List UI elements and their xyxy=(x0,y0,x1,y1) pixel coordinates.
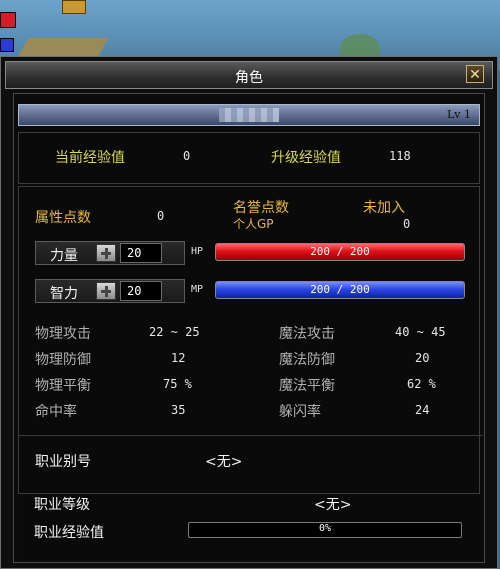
upgrade-exp-value: 118 xyxy=(389,149,411,163)
dodge-rate-label: 躲闪率 xyxy=(279,404,321,420)
personal-gp-value: 0 xyxy=(403,217,411,231)
phys-attack-label: 物理攻击 xyxy=(35,326,91,342)
job-panel: 职业等级 <无> 职业经验值 0% xyxy=(18,496,480,560)
divider xyxy=(19,435,483,436)
character-window: 角色 ✕ Lv 1 当前经验值 0 升级经验值 118 属性点数 0 名誉点数 … xyxy=(0,56,498,569)
character-panel: Lv 1 当前经验值 0 升级经验值 118 属性点数 0 名誉点数 未加入 个… xyxy=(13,93,485,563)
phys-attack-value: 22 ~ 25 xyxy=(149,325,200,339)
mag-defense-value: 20 xyxy=(415,351,430,365)
scene-mp-indicator xyxy=(0,38,14,52)
mag-attack-value: 40 ~ 45 xyxy=(395,325,446,339)
stats-panel: 属性点数 0 名誉点数 未加入 个人GP 0 力量 20 HP 200 / 20… xyxy=(18,186,483,494)
phys-balance-label: 物理平衡 xyxy=(35,378,91,394)
job-exp-value: 0% xyxy=(318,523,332,534)
hp-label: HP xyxy=(191,246,204,257)
job-alias-value: <无> xyxy=(205,454,243,470)
job-level-label: 职业等级 xyxy=(34,497,90,513)
intelligence-row: 智力 20 MP 200 / 200 xyxy=(35,279,475,303)
strength-box: 力量 20 xyxy=(35,241,185,265)
mp-label: MP xyxy=(191,284,204,295)
job-exp-label: 职业经验值 xyxy=(34,525,104,541)
strength-row: 力量 20 HP 200 / 200 xyxy=(35,241,475,265)
job-exp-bar: 0% xyxy=(188,522,462,538)
character-name-bar: Lv 1 xyxy=(18,104,480,126)
strength-plus-icon[interactable] xyxy=(96,244,116,262)
title-bar[interactable]: 角色 ✕ xyxy=(5,61,493,89)
mag-balance-value: 62 % xyxy=(407,377,436,391)
dodge-rate-value: 24 xyxy=(415,403,430,417)
experience-panel: 当前经验值 0 升级经验值 118 xyxy=(18,132,480,184)
phys-defense-value: 12 xyxy=(171,351,186,365)
close-icon[interactable]: ✕ xyxy=(466,65,484,83)
phys-defense-label: 物理防御 xyxy=(35,352,91,368)
attribute-points-label: 属性点数 xyxy=(35,210,91,226)
intelligence-label: 智力 xyxy=(50,286,78,302)
character-name-blurred xyxy=(219,108,279,122)
honor-points-label: 名誉点数 xyxy=(233,200,289,216)
current-exp-value: 0 xyxy=(183,149,191,163)
scene-hp-indicator xyxy=(0,12,16,28)
honor-points-value: 未加入 xyxy=(363,200,405,216)
intelligence-value: 20 xyxy=(120,281,162,301)
mp-bar-text: 200 / 200 xyxy=(310,283,370,296)
personal-gp-label: 个人GP xyxy=(233,217,274,231)
intelligence-plus-icon[interactable] xyxy=(96,282,116,300)
hit-rate-label: 命中率 xyxy=(35,404,77,420)
current-exp-label: 当前经验值 xyxy=(55,150,125,166)
attribute-points-value: 0 xyxy=(157,209,165,223)
scene-skill-icon xyxy=(62,0,86,14)
hit-rate-value: 35 xyxy=(171,403,186,417)
strength-label: 力量 xyxy=(50,248,78,264)
intelligence-box: 智力 20 xyxy=(35,279,185,303)
phys-balance-value: 75 % xyxy=(163,377,192,391)
strength-value: 20 xyxy=(120,243,162,263)
mag-balance-label: 魔法平衡 xyxy=(279,378,335,394)
mag-attack-label: 魔法攻击 xyxy=(279,326,335,342)
hp-bar-text: 200 / 200 xyxy=(310,245,370,258)
hp-bar: 200 / 200 xyxy=(215,243,465,261)
job-alias-label: 职业别号 xyxy=(35,454,91,470)
window-title: 角色 xyxy=(235,70,263,86)
mag-defense-label: 魔法防御 xyxy=(279,352,335,368)
level-label: Lv 1 xyxy=(446,108,471,121)
mp-bar: 200 / 200 xyxy=(215,281,465,299)
job-level-value: <无> xyxy=(314,497,352,513)
upgrade-exp-label: 升级经验值 xyxy=(271,150,341,166)
